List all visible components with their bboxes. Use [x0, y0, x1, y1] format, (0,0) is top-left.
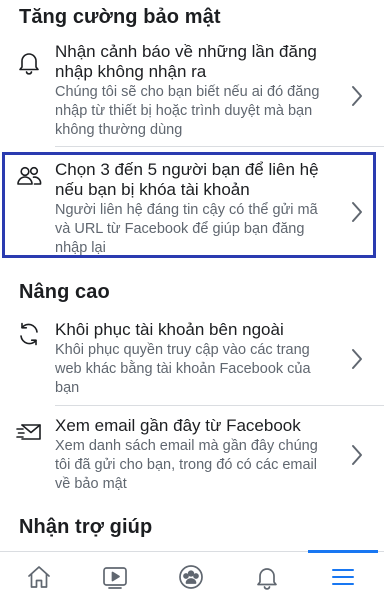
watch-icon: [101, 563, 129, 591]
divider: [55, 146, 384, 147]
refresh-icon: [15, 320, 43, 348]
highlight-box: [2, 152, 376, 258]
tab-watch[interactable]: [77, 552, 153, 600]
section-title-help: Nhận trợ giúp: [19, 516, 153, 538]
groups-icon: [177, 563, 205, 591]
menu-icon: [329, 563, 357, 591]
setting-description: Chúng tôi sẽ cho bạn biết nếu ai đó đăng…: [55, 84, 320, 138]
notifications-icon: [253, 563, 281, 591]
setting-title: Xem email gần đây từ Facebook: [55, 416, 301, 435]
chevron-right-icon: [350, 84, 364, 108]
bell-icon: [15, 48, 43, 76]
setting-description: Khôi phục quyền truy cập vào các trang w…: [55, 342, 311, 396]
section-title-security: Tăng cường bảo mật: [19, 6, 221, 28]
setting-row-external-recovery[interactable]: Khôi phục tài khoản bên ngoài Khôi phục …: [0, 320, 384, 398]
tab-home[interactable]: [1, 552, 77, 600]
setting-row-recent-emails[interactable]: Xem email gần đây từ Facebook Xem danh s…: [0, 416, 384, 496]
setting-title: Khôi phục tài khoản bên ngoài: [55, 320, 284, 339]
tab-notifications[interactable]: [229, 552, 305, 600]
divider: [55, 405, 384, 406]
chevron-right-icon: [350, 443, 364, 467]
setting-row-login-alerts[interactable]: Nhận cảnh báo về những lần đăng nhập khô…: [0, 42, 384, 142]
setting-title: Nhận cảnh báo về những lần đăng nhập khô…: [55, 42, 317, 81]
tab-groups[interactable]: [153, 552, 229, 600]
chevron-right-icon: [350, 347, 364, 371]
home-icon: [25, 563, 53, 591]
bottom-tab-bar: [0, 550, 384, 600]
tab-menu[interactable]: [305, 552, 381, 600]
email-icon: [15, 418, 43, 446]
setting-description: Xem danh sách email mà gần đây chúng tôi…: [55, 438, 318, 492]
section-title-advanced: Nâng cao: [19, 281, 110, 303]
